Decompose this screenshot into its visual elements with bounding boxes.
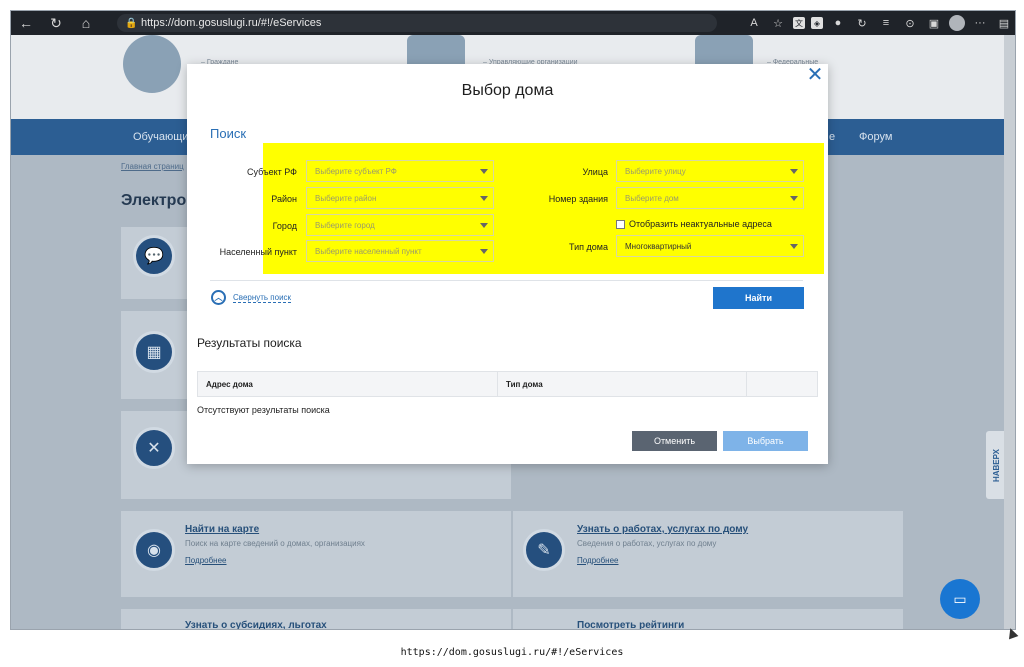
tools-icon: ✕ (133, 427, 175, 469)
favorites-icon[interactable]: ≡ (877, 14, 895, 32)
nav-item-learning[interactable]: Обучающи (133, 131, 188, 143)
subject-select[interactable]: Выберите субъект РФ (306, 160, 494, 182)
building-label: Номер здания (548, 194, 608, 204)
browser-toolbar: ← ↻ ⌂ 🔒 https://dom.gosuslugi.ru/#!/eSer… (11, 11, 1015, 35)
house-type-label: Тип дома (569, 242, 608, 252)
street-select[interactable]: Выберите улицу (616, 160, 804, 182)
tile-find-on-map[interactable] (121, 511, 511, 597)
page-scrollbar[interactable] (1004, 35, 1015, 629)
downloads-icon[interactable]: ⊙ (901, 14, 919, 32)
breadcrumb[interactable]: Главная страниц (121, 162, 184, 171)
outdated-checkbox[interactable] (616, 220, 625, 229)
read-aloud-icon[interactable]: A (745, 14, 763, 32)
scroll-to-top-label: НАВЕРХ (992, 448, 1002, 482)
page-title: Электрон (121, 192, 196, 209)
results-table-header: Адрес дома Тип дома (197, 371, 818, 397)
collapse-search-link[interactable]: Свернуть поиск (233, 293, 292, 303)
no-results-text: Отсутствуют результаты поиска (197, 405, 330, 415)
browser-actions: A ☆ 文 ◈ ● ↻ ≡ ⊙ ▣ ··· ▤ (745, 11, 1013, 35)
back-icon[interactable]: ← (11, 11, 41, 35)
tile-title[interactable]: Посмотреть рейтинги (577, 620, 684, 629)
chevron-down-icon (790, 196, 798, 201)
tile-desc: Поиск на карте сведений о домах, организ… (185, 539, 365, 548)
subject-placeholder: Выберите субъект РФ (315, 166, 397, 176)
building-placeholder: Выберите дом (625, 193, 679, 203)
chevron-down-icon (790, 169, 798, 174)
tile-desc: Сведения о работах, услугах по дому (577, 539, 717, 548)
dialog-title: Выбор дома (461, 82, 554, 99)
city-placeholder: Выберите город (315, 220, 375, 230)
extension-translate-icon[interactable]: 文 (793, 17, 805, 29)
tile-ratings[interactable] (513, 609, 903, 629)
extension-circle-icon[interactable]: ● (829, 14, 847, 32)
select-house-dialog: Выбор дома ✕ Поиск Субъект РФ Выберите с… (187, 64, 828, 464)
chevron-down-icon (480, 223, 488, 228)
chevron-up-icon[interactable]: ︿ (211, 290, 226, 305)
tile-title[interactable]: Найти на карте (185, 524, 259, 535)
audience-image-citizens (123, 35, 181, 93)
column-address: Адрес дома (198, 372, 498, 396)
district-select[interactable]: Выберите район (306, 187, 494, 209)
chat-button[interactable]: ▭ (940, 579, 980, 619)
locality-label: Населенный пункт (219, 247, 297, 257)
home-icon[interactable]: ⌂ (71, 11, 101, 35)
house-type-select[interactable]: Многоквартирный (616, 235, 804, 257)
nav-item-forum[interactable]: Форум (859, 131, 892, 143)
tile-title[interactable]: Узнать о работах, услугах по дому (577, 524, 748, 535)
chevron-down-icon (480, 249, 488, 254)
find-button[interactable]: Найти (713, 287, 804, 309)
nav-item-partial[interactable]: е (829, 131, 835, 143)
select-button[interactable]: Выбрать (723, 431, 808, 451)
column-house-type: Тип дома (498, 372, 747, 396)
house-type-value: Многоквартирный (625, 241, 692, 251)
street-label: Улица (582, 167, 608, 177)
chevron-down-icon (790, 244, 798, 249)
chevron-down-icon (480, 196, 488, 201)
locality-placeholder: Выберите населенный пункт (315, 246, 422, 256)
building-select[interactable]: Выберите дом (616, 187, 804, 209)
counter-icon: ▦ (133, 331, 175, 373)
chevron-down-icon (480, 169, 488, 174)
tile-more-link[interactable]: Подробнее (577, 556, 619, 565)
address-text: https://dom.gosuslugi.ru/#!/eServices (141, 17, 322, 29)
chat-icon: ▭ (953, 590, 967, 607)
outdated-label[interactable]: Отобразить неактуальные адреса (629, 219, 772, 229)
profile-avatar[interactable] (949, 15, 965, 31)
tile-title[interactable]: Узнать о субсидиях, льготах (185, 620, 327, 629)
divider (210, 280, 803, 281)
close-icon[interactable]: ✕ (805, 65, 825, 85)
more-menu-icon[interactable]: ··· (971, 14, 989, 32)
lock-icon: 🔒 (125, 17, 138, 29)
city-select[interactable]: Выберите город (306, 214, 494, 236)
address-bar[interactable]: 🔒 https://dom.gosuslugi.ru/#!/eServices (117, 14, 717, 32)
locality-select[interactable]: Выберите населенный пункт (306, 240, 494, 262)
mouse-cursor-icon (1005, 626, 1019, 640)
results-heading: Результаты поиска (197, 336, 302, 350)
screenshot-icon[interactable]: ▣ (925, 14, 943, 32)
tile-more-link[interactable]: Подробнее (185, 556, 227, 565)
screenshot-frame: ← ↻ ⌂ 🔒 https://dom.gosuslugi.ru/#!/eSer… (10, 10, 1016, 630)
district-placeholder: Выберите район (315, 193, 377, 203)
map-pin-icon: ◉ (133, 529, 175, 571)
column-actions (747, 372, 817, 396)
broom-icon: ✎ (523, 529, 565, 571)
extension-refresh-icon[interactable]: ↻ (853, 14, 871, 32)
page-caption: https://dom.gosuslugi.ru/#!/eServices (400, 647, 624, 658)
district-label: Район (271, 194, 297, 204)
subject-label: Субъект РФ (247, 167, 297, 177)
search-heading: Поиск (210, 126, 247, 141)
city-label: Город (272, 221, 297, 231)
refresh-icon[interactable]: ↻ (41, 11, 71, 35)
favorite-star-icon[interactable]: ☆ (769, 14, 787, 32)
sidebar-icon[interactable]: ▤ (995, 14, 1013, 32)
extension-icon[interactable]: ◈ (811, 17, 823, 29)
cancel-button[interactable]: Отменить (632, 431, 717, 451)
street-placeholder: Выберите улицу (625, 166, 686, 176)
chat-bubble-icon: 💬 (133, 235, 175, 277)
